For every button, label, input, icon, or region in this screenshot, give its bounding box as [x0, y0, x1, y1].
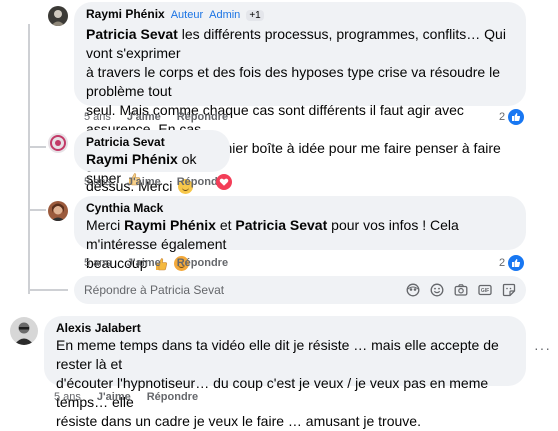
- reply-tools: GIF: [406, 283, 516, 297]
- mention-link[interactable]: Raymi Phénix: [124, 217, 216, 233]
- emoji-icon[interactable]: [430, 283, 444, 297]
- comment-author[interactable]: Alexis Jalabert: [56, 320, 514, 336]
- reaction-summary[interactable]: 2: [499, 109, 525, 125]
- comment-line: résiste dans un cadre je veux le faire ……: [56, 413, 421, 429]
- author-badge: Auteur: [170, 9, 204, 21]
- timestamp[interactable]: 5 ans: [84, 111, 111, 123]
- thread-branch-line: [28, 146, 46, 148]
- reply-button[interactable]: Répondre: [177, 257, 228, 269]
- reaction-summary[interactable]: [216, 174, 232, 190]
- mention-link[interactable]: Patricia Sevat: [86, 26, 178, 42]
- camera-icon[interactable]: [454, 283, 468, 297]
- comment-line: Patricia Sevat les différents processus,…: [86, 25, 514, 63]
- badge-count[interactable]: +1: [246, 10, 264, 21]
- comment-bubble: Cynthia Mack Merci Raymi Phénix et Patri…: [74, 196, 526, 271]
- reply-input[interactable]: Répondre à Patricia Sevat GIF: [74, 276, 526, 304]
- comment-text: En meme temps dans ta vidéo elle dit je …: [56, 336, 514, 431]
- text-span: et: [215, 217, 236, 233]
- like-button[interactable]: J'aime: [127, 257, 161, 269]
- timestamp[interactable]: 5 ans: [54, 391, 81, 403]
- avatar[interactable]: [48, 201, 68, 221]
- thread-branch-line: [28, 289, 68, 291]
- avatar[interactable]: [10, 317, 38, 345]
- avatar[interactable]: [48, 133, 68, 153]
- comment-bubble: Raymi Phénix Auteur Admin +1 Patricia Sevat…: [74, 2, 526, 194]
- like-reaction-icon: [508, 255, 525, 271]
- comment-line: Merci Raymi Phénix et Patricia Sevat pou…: [86, 216, 514, 254]
- timestamp[interactable]: 5 ans: [84, 257, 111, 269]
- sticker-icon[interactable]: [502, 283, 516, 297]
- reaction-count: 2: [499, 111, 506, 123]
- reply-button[interactable]: Répondre: [147, 391, 198, 403]
- comment-bubble: Alexis Jalabert En meme temps dans ta vi…: [44, 316, 526, 429]
- comment-actions: 5 ans J'aime Répondre: [84, 109, 228, 125]
- gif-icon[interactable]: GIF: [478, 283, 492, 297]
- thread-line: [28, 24, 30, 294]
- text-span: Merci: [86, 217, 125, 233]
- love-reaction-icon: [216, 174, 232, 190]
- reply-button[interactable]: Répondre: [177, 111, 228, 123]
- more-options-icon[interactable]: ···: [534, 340, 551, 356]
- like-button[interactable]: J'aime: [127, 176, 161, 188]
- mention-link[interactable]: Patricia Sevat: [235, 217, 327, 233]
- reaction-summary[interactable]: 2: [499, 255, 525, 271]
- author-name[interactable]: Raymi Phénix: [86, 7, 165, 21]
- avatar[interactable]: [48, 6, 68, 26]
- like-button[interactable]: J'aime: [97, 391, 131, 403]
- avatar-sticker-icon[interactable]: [406, 283, 420, 297]
- timestamp[interactable]: 5 ans: [84, 176, 111, 188]
- comment-bubble: Patricia Sevat Raymi Phénix ok super: [74, 130, 230, 186]
- comment-line: à travers le corps et des fois des hypos…: [86, 64, 500, 99]
- reaction-count: 2: [499, 257, 506, 269]
- like-button[interactable]: J'aime: [127, 111, 161, 123]
- comment-author[interactable]: Patricia Sevat: [86, 134, 218, 150]
- comment-actions: 5 ans J'aime Répondre: [84, 174, 228, 190]
- like-reaction-icon: [508, 109, 525, 125]
- comment-author: Raymi Phénix Auteur Admin +1: [86, 6, 514, 24]
- comment-author[interactable]: Cynthia Mack: [86, 200, 514, 216]
- comment-actions: 5 ans J'aime Répondre: [84, 255, 228, 271]
- mention-link[interactable]: Raymi Phénix: [86, 151, 178, 167]
- thread-branch-line: [28, 209, 46, 211]
- svg-text:GIF: GIF: [481, 288, 489, 294]
- comment-line: En meme temps dans ta vidéo elle dit je …: [56, 337, 499, 372]
- admin-badge: Admin: [209, 9, 241, 21]
- reply-placeholder: Répondre à Patricia Sevat: [84, 283, 225, 297]
